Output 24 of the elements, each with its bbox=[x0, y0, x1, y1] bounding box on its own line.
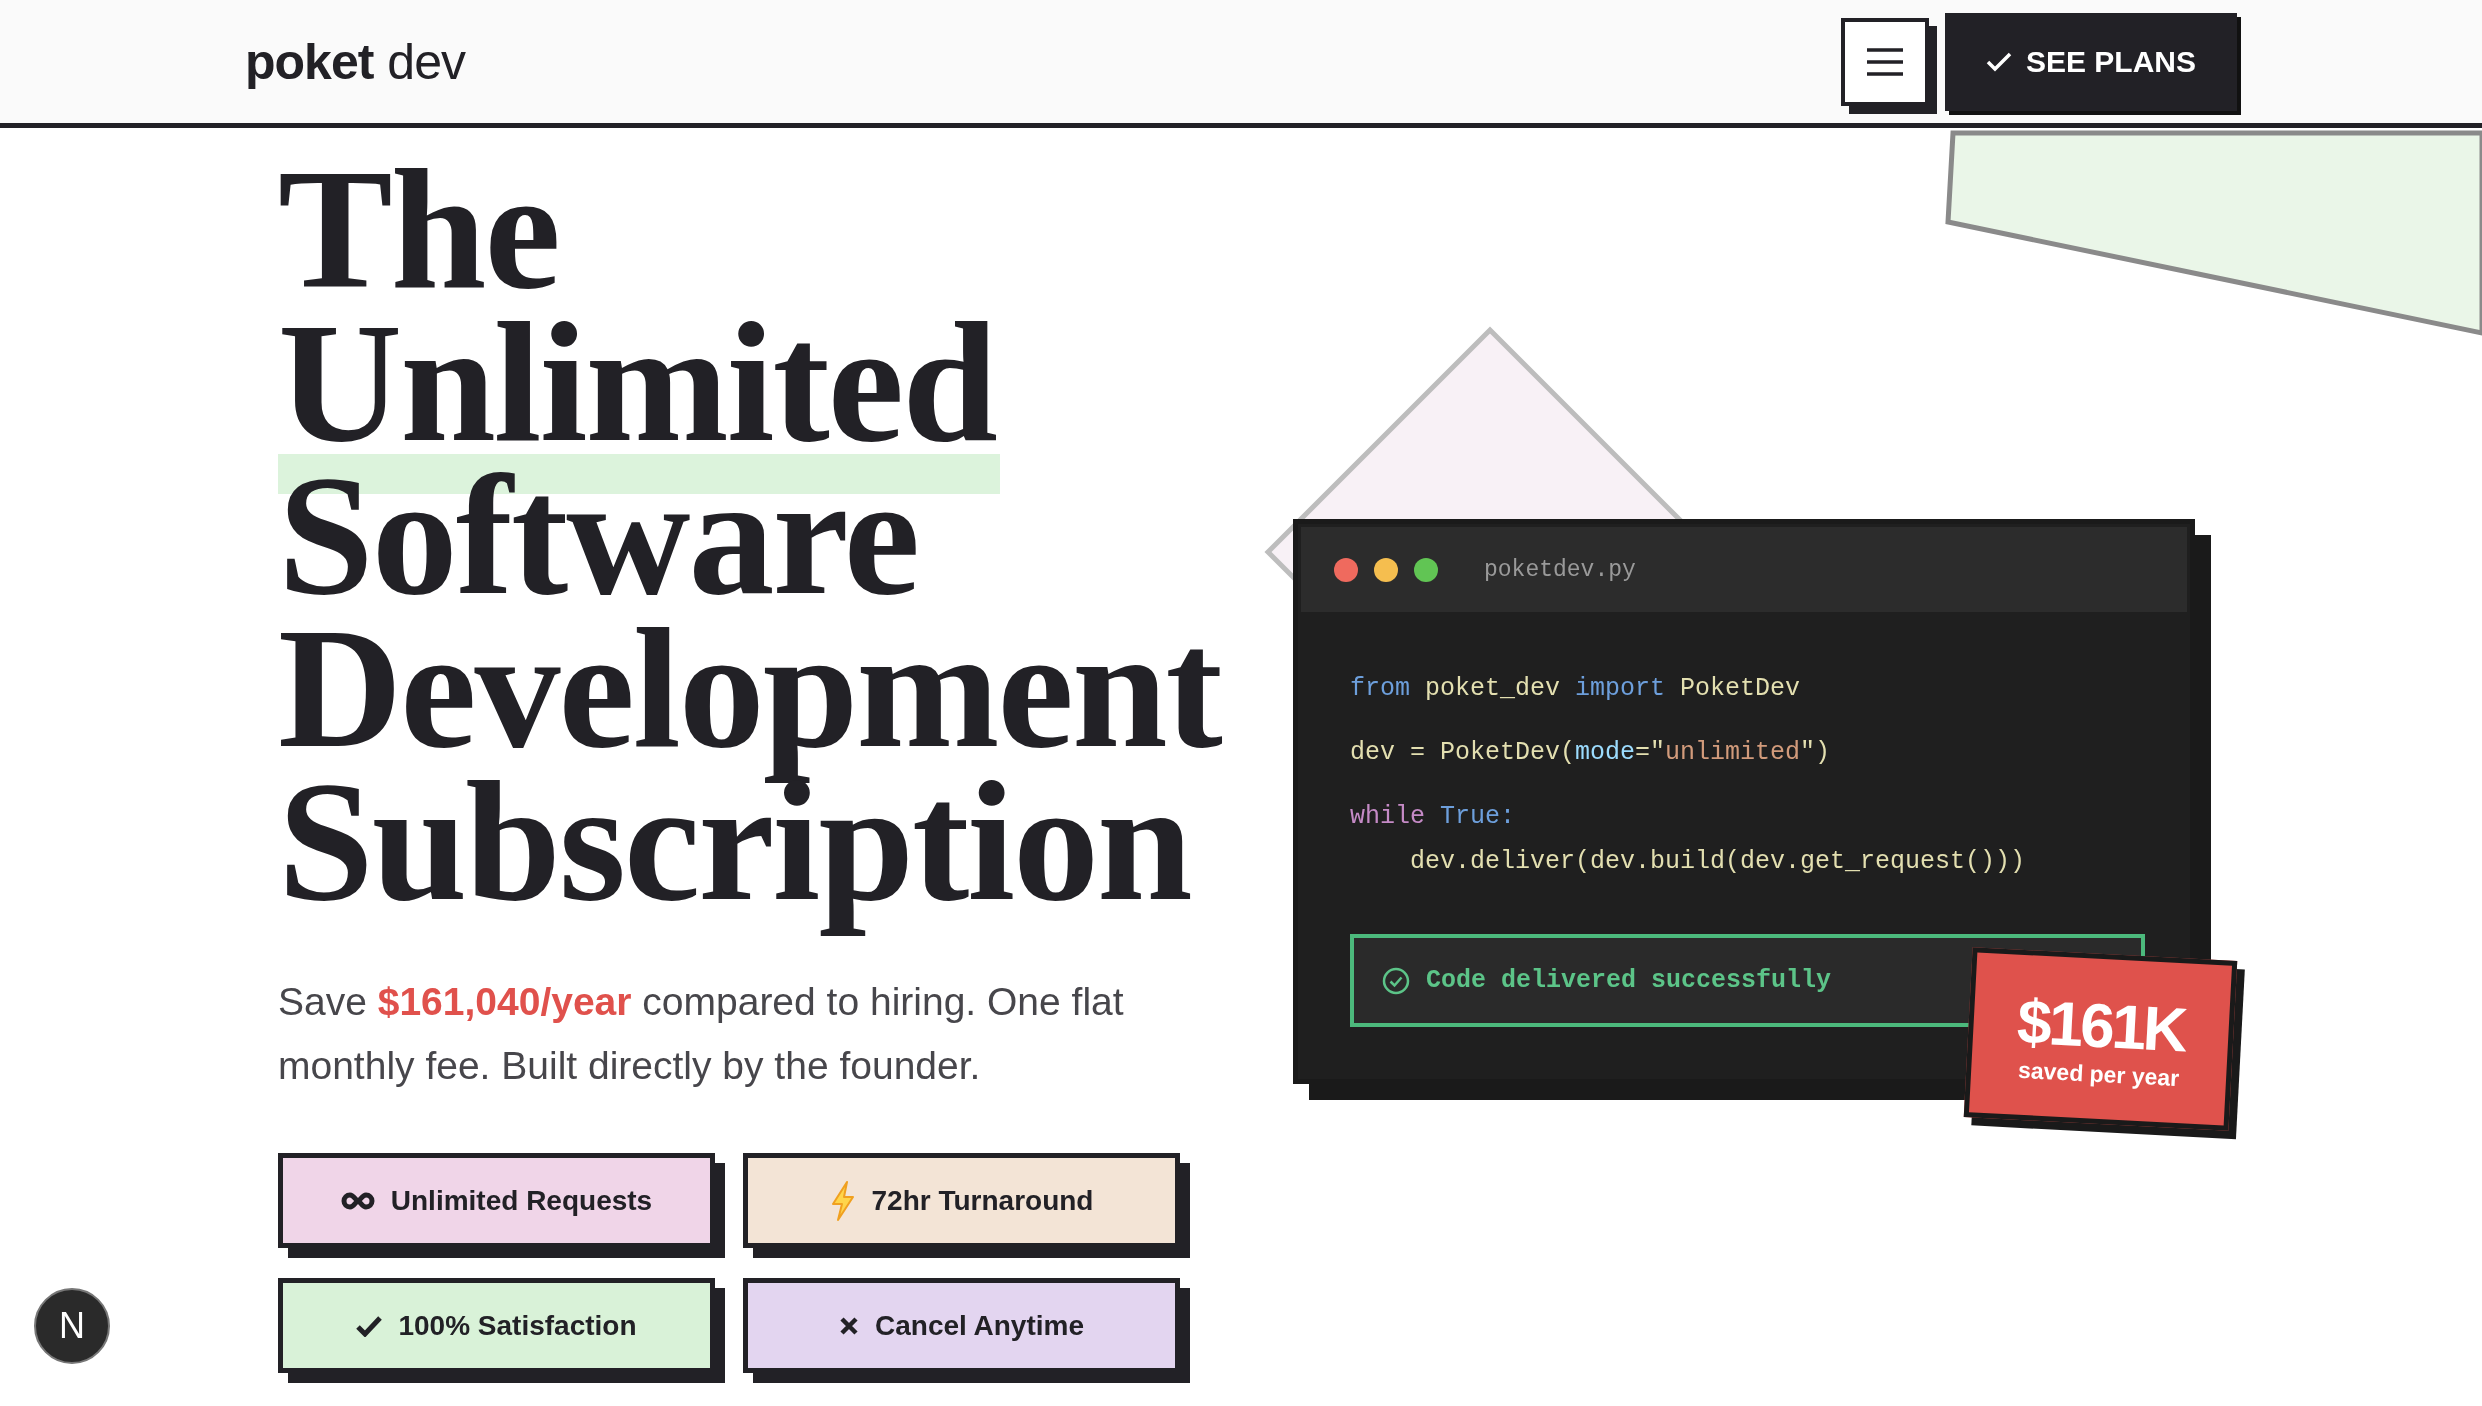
feature-label: 100% Satisfaction bbox=[398, 1309, 637, 1342]
check-icon bbox=[356, 1314, 383, 1337]
code-line: dev.deliver(dev.build(dev.get_request())) bbox=[1409, 846, 2027, 878]
close-dot-icon bbox=[1334, 557, 1358, 582]
check-icon bbox=[1985, 51, 2012, 72]
code-line: while True: bbox=[1350, 801, 1517, 833]
feature-label: Unlimited Requests bbox=[390, 1184, 653, 1217]
close-icon bbox=[839, 1315, 859, 1336]
feature-label: 72hr Turnaround bbox=[871, 1184, 1094, 1217]
code-line: dev = PoketDev(mode="unlimited") bbox=[1350, 737, 1832, 769]
window-title: poketdev.py bbox=[1484, 556, 1636, 583]
logo[interactable]: poket bbox=[245, 32, 374, 91]
feature-label: Cancel Anytime bbox=[875, 1309, 1084, 1342]
logo-suffix: dev bbox=[387, 32, 465, 91]
dev-tools-button[interactable]: N bbox=[34, 1288, 110, 1364]
subtitle: Save $161,040/year compared to hiring. One flat monthly fee. Built directly by the founder. bbox=[278, 979, 1125, 1089]
menu-icon bbox=[1866, 46, 1904, 77]
status-text: Code delivered successfully bbox=[1426, 966, 1832, 995]
code-line: from poket_dev import PoketDev bbox=[1350, 673, 1802, 705]
minimize-dot-icon bbox=[1374, 557, 1398, 582]
infinity-icon bbox=[340, 1191, 375, 1210]
check-circle-icon bbox=[1382, 966, 1410, 995]
lightning-icon bbox=[829, 1180, 856, 1221]
maximize-dot-icon bbox=[1414, 557, 1438, 582]
